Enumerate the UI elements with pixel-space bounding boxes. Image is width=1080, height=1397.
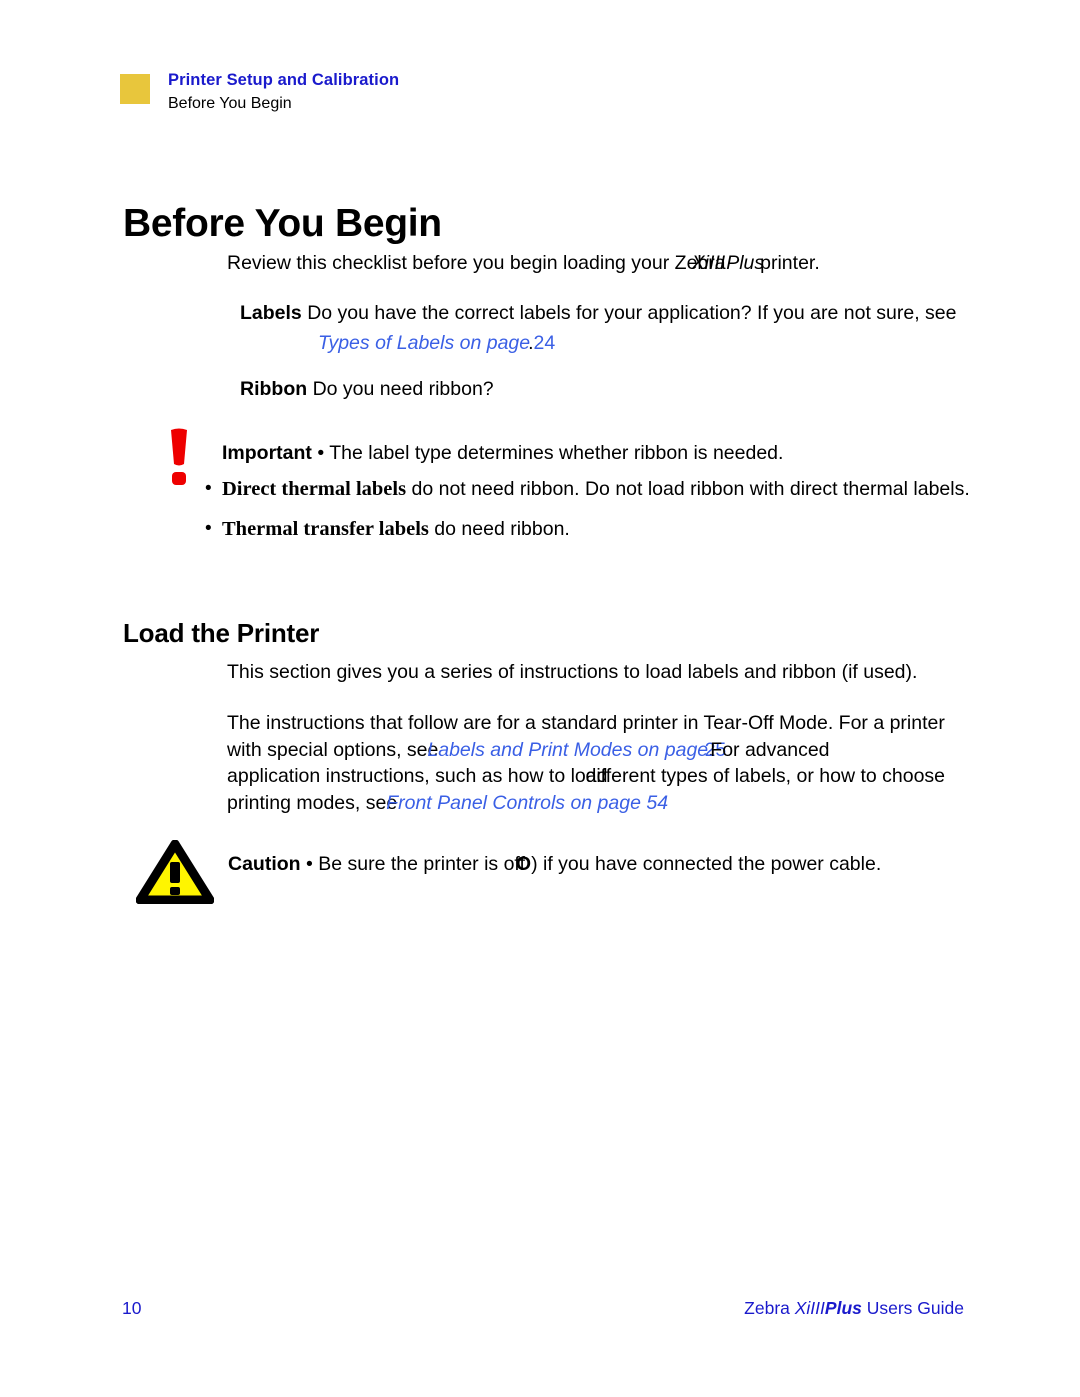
important-separator: • <box>317 442 325 464</box>
footer-guide-plus: Plus <box>824 1298 862 1318</box>
section-title-load-the-printer: Load the Printer <box>123 617 320 648</box>
load-line2-after: For advanced <box>710 738 830 761</box>
caution-power-symbol: O <box>515 853 532 875</box>
exclamation-mark-icon <box>171 428 187 485</box>
header-color-swatch <box>120 74 150 104</box>
page-title: Before You Begin <box>123 202 442 246</box>
header-text-group: Printer Setup and Calibration Before You… <box>168 70 399 115</box>
important-text: The label type determines whether ribbon… <box>329 442 784 464</box>
load-paragraph-1: This section gives you a series of instr… <box>227 661 918 683</box>
link-types-of-labels[interactable]: Types of Labels on page <box>318 332 530 354</box>
footer-guide-model: XiIII <box>794 1298 825 1318</box>
caution-callout-text: Caution • Be sure the printer is offO) i… <box>228 851 1028 878</box>
lead-paragraph: Review this checklist before you begin l… <box>227 250 1027 277</box>
lead-text-after: printer. <box>760 252 820 274</box>
important-bullet-list: • Direct thermal labels do not need ribb… <box>205 476 1025 544</box>
caution-separator: • <box>306 853 313 875</box>
load-paragraph-2: The instructions that follow are for a s… <box>227 710 1037 816</box>
link-labels-and-print-modes[interactable]: Labels and Print Modes on page <box>427 739 708 761</box>
checklist-item-labels: Labels Do you have the correct labels fo… <box>240 300 1030 356</box>
checklist-item-ribbon: Ribbon Do you need ribbon? <box>240 376 494 403</box>
load-line4-before: printing modes, see <box>227 791 398 814</box>
lead-text-before: Review this checklist before you begin l… <box>227 252 726 274</box>
checklist-text-labels: Do you have the correct labels for your … <box>307 302 957 324</box>
link-front-panel-controls[interactable]: Front Panel Controls on page 54 <box>386 792 668 814</box>
bullet-wrap-text: labels. <box>913 478 970 500</box>
list-item: • Direct thermal labels do not need ribb… <box>205 476 1025 504</box>
load-paragraph-2-line-1: The instructions that follow are for a s… <box>227 712 945 734</box>
checklist-text-ribbon: Do you need ribbon? <box>312 378 494 400</box>
bullet-marker: • <box>205 478 212 499</box>
bullet-marker: • <box>205 517 212 539</box>
lead-plus-name: Plus <box>726 252 765 274</box>
header-section-title: Before You Begin <box>168 95 292 113</box>
footer-guide-suffix: Users Guide <box>861 1298 964 1318</box>
load-line3-before: application instructions, such as how to… <box>227 765 608 788</box>
warning-triangle-icon <box>136 840 214 904</box>
footer-page-number: 10 <box>122 1298 142 1318</box>
bullet-body-text: do not need ribbon. Do not load ribbon w… <box>411 478 908 500</box>
caution-text-after: if you have connected the power cable. <box>543 853 882 875</box>
bullet-bold-term: Thermal transfer labels <box>222 517 429 540</box>
footer-guide-prefix: Zebra <box>744 1298 795 1318</box>
load-line3-after: different types of labels, or how to cho… <box>585 765 946 788</box>
lead-model-name: XiIII <box>691 252 726 274</box>
important-label: Important <box>222 442 312 464</box>
list-item: • Thermal transfer labels do need ribbon… <box>205 516 1025 544</box>
caution-label: Caution <box>228 853 301 875</box>
important-callout-text: Important • The label type determines wh… <box>222 440 1022 467</box>
load-line2-before: with special options, see <box>227 738 439 761</box>
caution-paren: ) <box>531 853 538 875</box>
link-types-page-number[interactable]: 24 <box>534 332 556 354</box>
bullet-body-text: do need ribbon. <box>434 517 570 540</box>
footer-guide-title: Zebra XiIIIPlus Users Guide <box>744 1298 964 1319</box>
caution-text-before: Be sure the printer is off <box>318 853 525 875</box>
bullet-bold-term: Direct thermal labels <box>222 478 407 500</box>
page-running-header: Printer Setup and Calibration Before You… <box>120 70 399 115</box>
checklist-term-ribbon: Ribbon <box>240 378 308 400</box>
checklist-term-labels: Labels <box>240 302 302 324</box>
header-chapter-title: Printer Setup and Calibration <box>168 71 400 89</box>
